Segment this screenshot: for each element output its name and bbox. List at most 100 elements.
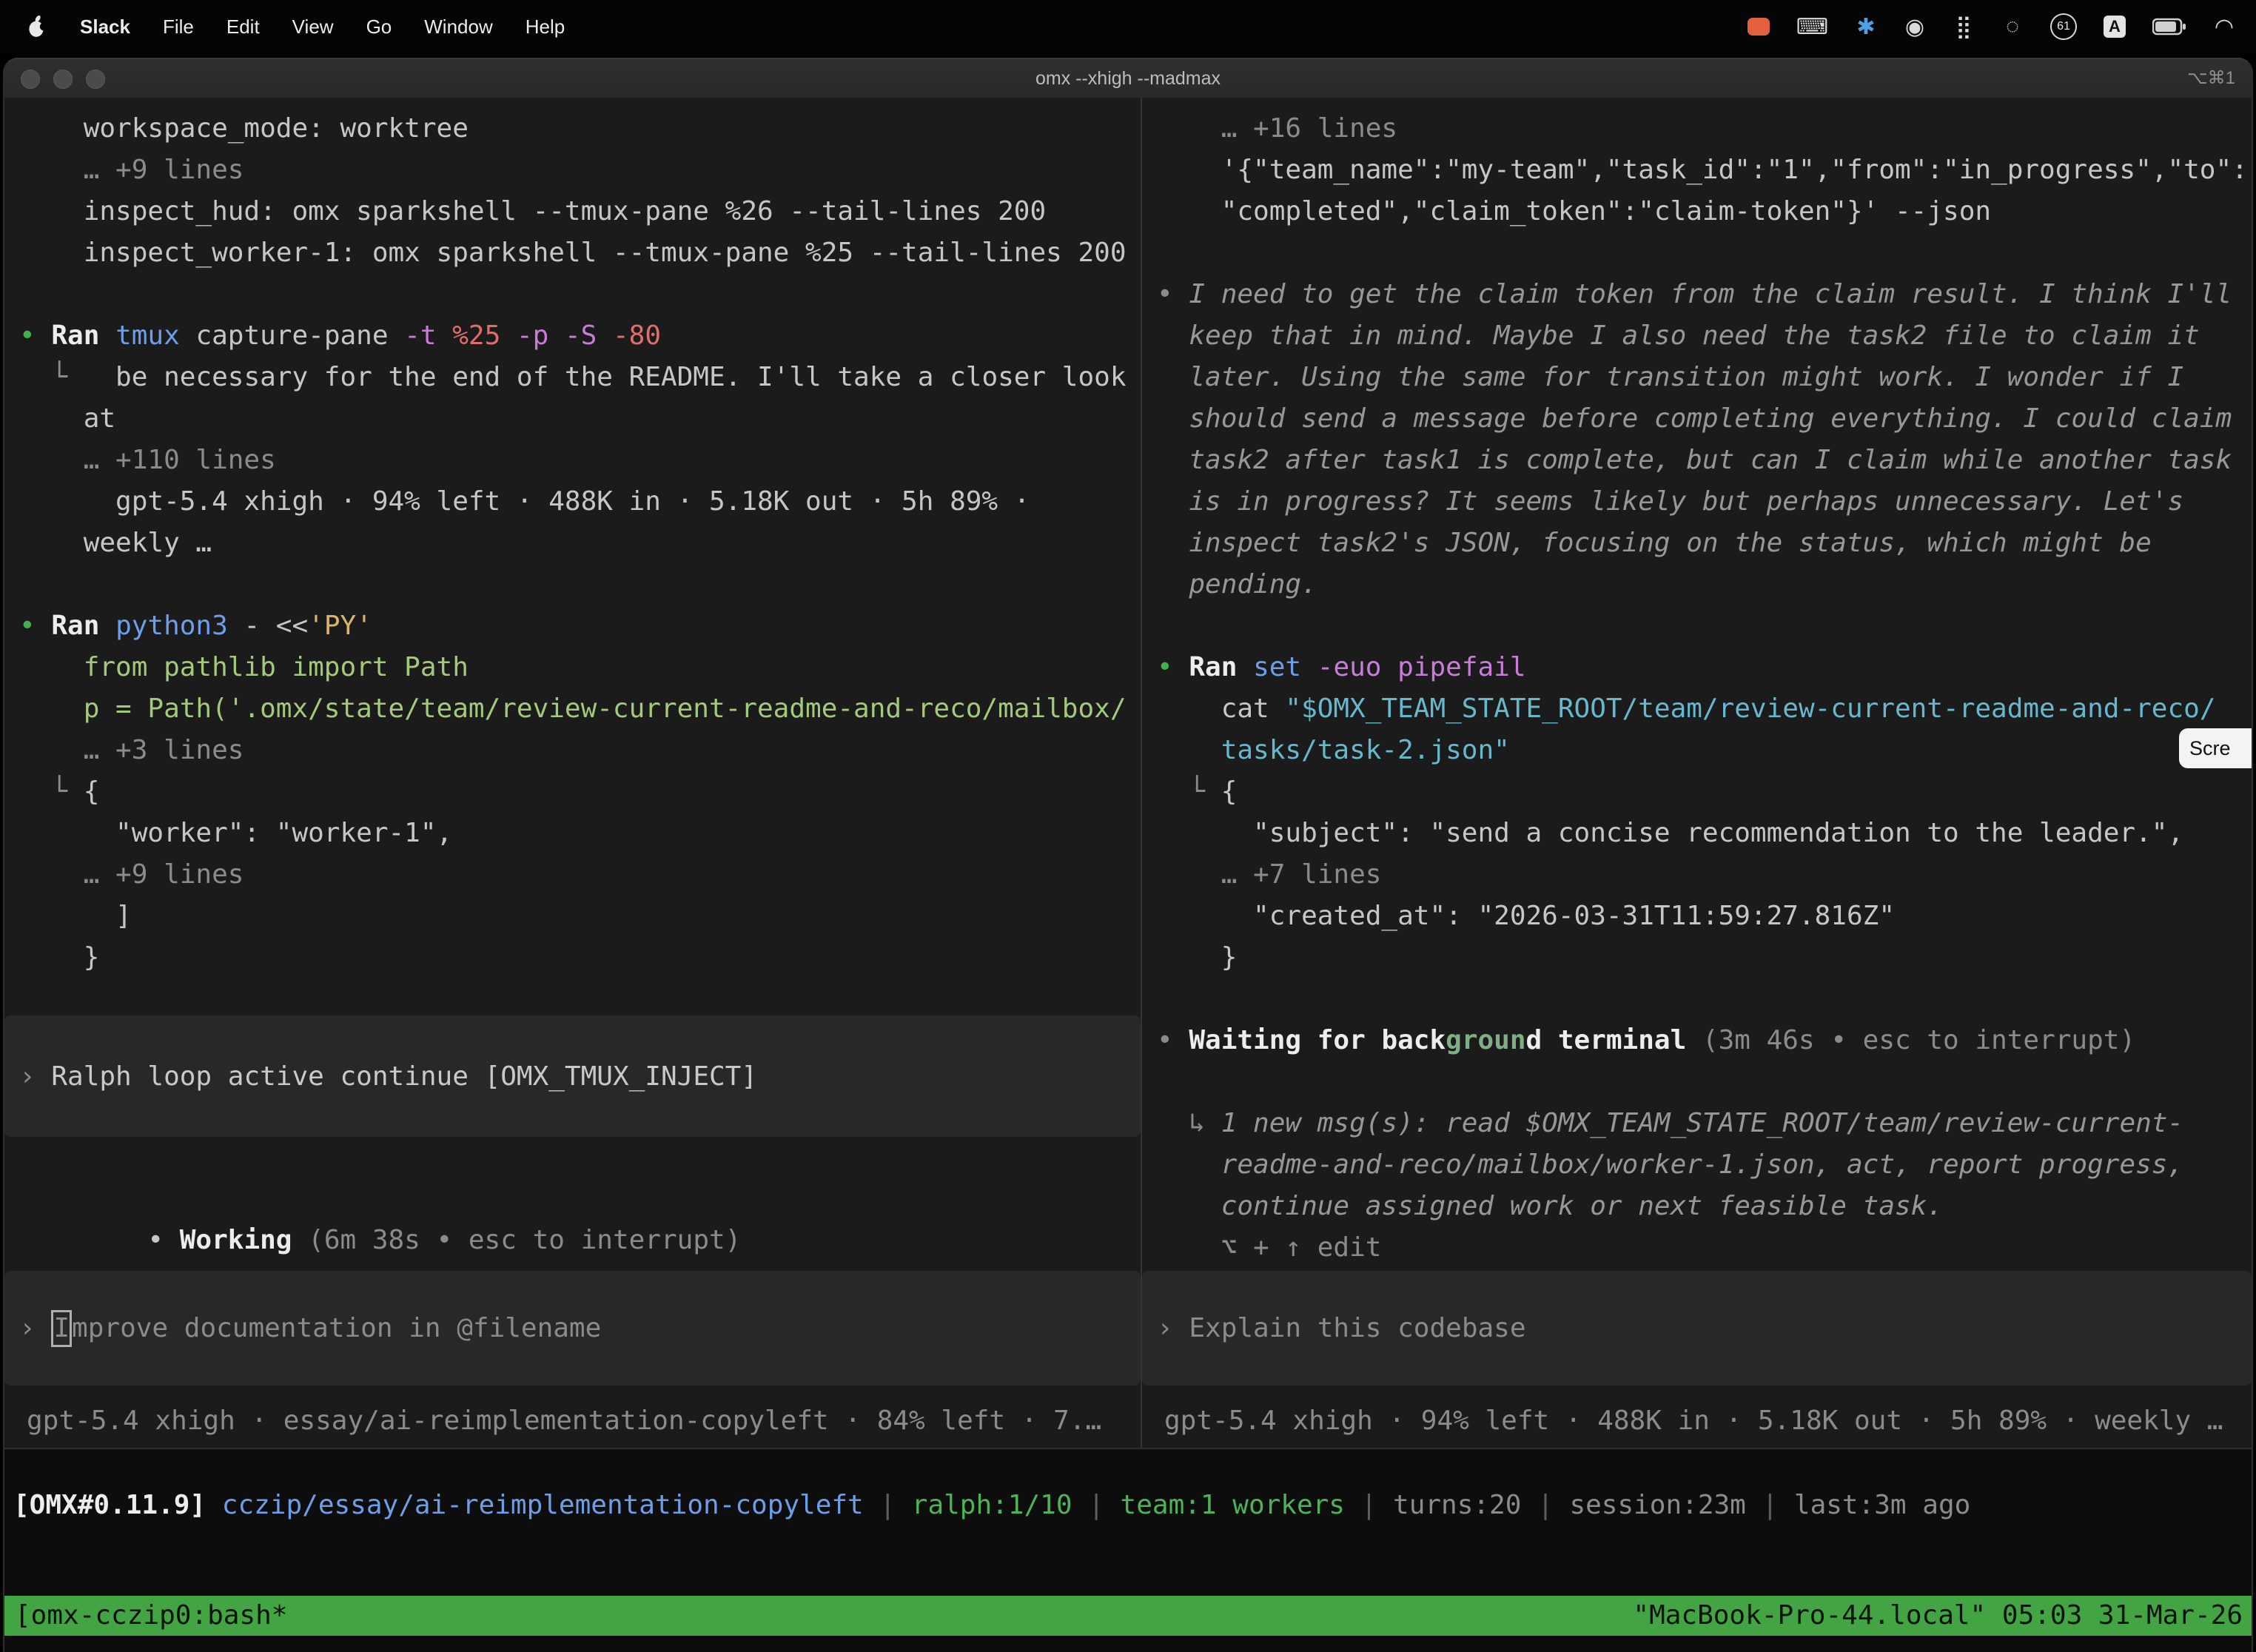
window-title-bar[interactable]: omx --xhigh --madmax ⌥⌘1 xyxy=(4,59,2252,99)
terminal-line: inspect_worker-1: omx sparkshell --tmux-… xyxy=(19,232,1141,274)
dots-grid-icon[interactable]: ⣿ xyxy=(1953,14,1975,39)
input-source-icon[interactable]: A xyxy=(2104,14,2126,39)
menu-bar: Slack File Edit View Go Window Help ⌨ ✱ ◉ ⣿ ◌ 61 A ◠ xyxy=(0,0,2256,53)
menu-item-edit[interactable]: Edit xyxy=(226,16,260,38)
tab-shortcut-hint: ⌥⌘1 xyxy=(2187,59,2235,98)
terminal-text: keep that in mind. Maybe I also need the… xyxy=(1157,320,2200,351)
terminal-line: pending. xyxy=(1157,564,2252,605)
terminal-text: … +3 lines xyxy=(19,735,244,765)
menu-item-help[interactable]: Help xyxy=(526,16,565,38)
terminal-line: workspace_mode: worktree xyxy=(19,108,1141,150)
badge-61-icon[interactable]: 61 xyxy=(2050,14,2077,39)
terminal-text: set xyxy=(1253,652,1317,682)
terminal-text: | xyxy=(1746,1490,1794,1520)
terminal-text: tasks/task-2.json" xyxy=(1157,735,1510,765)
terminal-text: gpt-5.4 xhigh · 94% left · 488K in · 5.1… xyxy=(19,486,1030,517)
terminal-text: %25 xyxy=(452,320,517,351)
battery-icon[interactable] xyxy=(2152,14,2186,39)
terminal-line: "completed","claim_token":"claim-token"}… xyxy=(1157,191,2252,232)
terminal-text: task2 after task1 is complete, but can I… xyxy=(1157,445,2232,475)
terminal-text: [OMX#0.11.9] xyxy=(13,1490,206,1520)
terminal-text: ralph:1/10 xyxy=(912,1490,1072,1520)
text-cursor: I xyxy=(51,1310,72,1347)
left-pane-transcript: workspace_mode: worktree … +9 lines insp… xyxy=(19,108,1141,978)
terminal-text: - << xyxy=(244,611,308,641)
terminal-line xyxy=(1157,978,2252,1020)
terminal-text: should send a message before completing … xyxy=(1157,403,2232,434)
terminal-line: • I need to get the claim token from the… xyxy=(1157,274,2252,315)
menu-item-view[interactable]: View xyxy=(292,16,334,38)
menu-item-window[interactable]: Window xyxy=(424,16,492,38)
terminal-text: I need to get the claim token from the c… xyxy=(1189,279,2232,309)
terminal-text: } xyxy=(19,942,99,973)
terminal-line: • Ran set -euo pipefail xyxy=(1157,647,2252,688)
terminal-line xyxy=(1157,1061,2252,1103)
terminal-text: ] xyxy=(19,901,132,931)
window-title: omx --xhigh --madmax xyxy=(4,68,2252,90)
working-status-row: • Working (6m 38s • esc to interrupt) xyxy=(4,1178,1141,1220)
terminal-text: from pathlib import Path xyxy=(19,652,469,682)
menu-item-go[interactable]: Go xyxy=(366,16,392,38)
terminal-text: | xyxy=(1521,1490,1569,1520)
terminal-line: ↳ 1 new msg(s): read $OMX_TEAM_STATE_ROO… xyxy=(1157,1103,2252,1144)
menu-bar-left: Slack File Edit View Go Window Help xyxy=(0,14,565,39)
tmux-pane-left[interactable]: workspace_mode: worktree … +9 lines insp… xyxy=(4,98,1141,1448)
terminal-text: … +7 lines xyxy=(1157,859,1381,890)
terminal-content: workspace_mode: worktree … +9 lines insp… xyxy=(4,98,2252,1652)
close-button[interactable] xyxy=(21,70,40,89)
terminal-text: '{"team_name":"my-team","task_id":"1","f… xyxy=(1157,155,2248,185)
terminal-line: … +7 lines xyxy=(1157,854,2252,896)
terminal-text: weekly … xyxy=(19,528,212,558)
screen-recording-indicator[interactable] xyxy=(1748,14,1770,39)
terminal-text: • xyxy=(1157,652,1189,682)
menu-item-file[interactable]: File xyxy=(163,16,194,38)
terminal-line: ] xyxy=(19,896,1141,937)
terminal-line: at xyxy=(19,398,1141,440)
prompt-chevron-icon: › xyxy=(19,1313,51,1343)
left-injected-prompt[interactable]: › Ralph loop active continue [OMX_TMUX_I… xyxy=(4,1015,1141,1137)
terminal-text: • xyxy=(19,611,51,641)
right-pane-transcript: … +16 lines '{"team_name":"my-team","tas… xyxy=(1157,108,2252,1269)
terminal-text: "completed","claim_token":"claim-token"}… xyxy=(1157,196,1991,226)
terminal-line xyxy=(19,274,1141,315)
terminal-text: -t xyxy=(404,320,452,351)
apple-menu-icon[interactable] xyxy=(25,14,47,39)
terminal-text: } xyxy=(1157,942,1237,973)
left-input-box[interactable]: › Improve documentation in @filename xyxy=(4,1271,1141,1386)
right-input-box[interactable]: › Explain this codebase xyxy=(1142,1271,2252,1386)
zoom-button[interactable] xyxy=(86,70,105,89)
terminal-line: └ { xyxy=(1157,771,2252,813)
app-icon-ghost[interactable]: ◌ xyxy=(2001,14,2024,39)
minimize-button[interactable] xyxy=(53,70,73,89)
terminal-text: -S xyxy=(565,320,613,351)
app-icon-blue[interactable]: ✱ xyxy=(1855,14,1877,39)
menu-app-name[interactable]: Slack xyxy=(80,16,130,38)
terminal-text: p = Path('.omx/state/team/review-current… xyxy=(19,694,1127,724)
terminal-text: "worker": "worker-1", xyxy=(19,818,452,848)
terminal-text: Waiting for back xyxy=(1189,1025,1446,1055)
wifi-icon[interactable]: ◠ xyxy=(2213,14,2235,39)
terminal-line: … +110 lines xyxy=(19,440,1141,481)
terminal-line: … +9 lines xyxy=(19,150,1141,191)
terminal-line: gpt-5.4 xhigh · 94% left · 488K in · 5.1… xyxy=(19,481,1141,523)
terminal-text: … +16 lines xyxy=(1157,113,1397,144)
terminal-line: p = Path('.omx/state/team/review-current… xyxy=(19,688,1141,730)
screen-notification-overlay[interactable]: Scre xyxy=(2179,728,2252,768)
terminal-line xyxy=(1157,605,2252,647)
terminal-line: keep that in mind. Maybe I also need the… xyxy=(1157,315,2252,357)
app-icon-dark[interactable]: ◉ xyxy=(1904,14,1926,39)
terminal-line: • Waiting for background terminal (3m 46… xyxy=(1157,1020,2252,1061)
terminal-text: inspect_worker-1: omx sparkshell --tmux-… xyxy=(19,238,1127,268)
keyboard-icon[interactable]: ⌨ xyxy=(1796,14,1828,39)
terminal-line: … +9 lines xyxy=(19,854,1141,896)
omx-status-line: [OMX#0.11.9] cczip/essay/ai-reimplementa… xyxy=(13,1485,1970,1526)
input-placeholder: mprove documentation in @filename xyxy=(72,1313,601,1343)
terminal-line: should send a message before completing … xyxy=(1157,398,2252,440)
terminal-text: └ xyxy=(19,362,84,392)
terminal-text: | xyxy=(864,1490,912,1520)
terminal-line: • Ran tmux capture-pane -t %25 -p -S -80 xyxy=(19,315,1141,357)
terminal-text: Ran xyxy=(51,611,115,641)
terminal-text: d terminal xyxy=(1526,1025,1702,1055)
terminal-text: | xyxy=(1345,1490,1393,1520)
tmux-pane-right[interactable]: … +16 lines '{"team_name":"my-team","tas… xyxy=(1142,98,2252,1448)
